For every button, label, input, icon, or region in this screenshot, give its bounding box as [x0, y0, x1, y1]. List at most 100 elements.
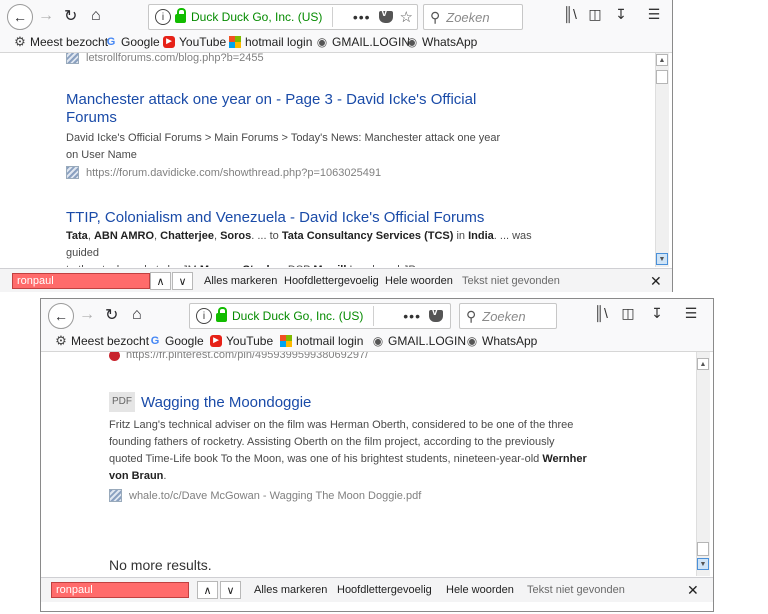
- find-next-button[interactable]: ∨: [172, 272, 193, 290]
- menu-icon[interactable]: ☰: [645, 6, 663, 23]
- pocket-icon[interactable]: [378, 8, 393, 23]
- snippet-text: to the stock markets by JM: [66, 264, 200, 267]
- menu-icon[interactable]: ☰: [682, 305, 700, 322]
- search-bar[interactable]: ⚲ Zoeken: [459, 303, 557, 329]
- bookmark-hotmail[interactable]: hotmail login: [229, 35, 312, 49]
- result-title-link[interactable]: TTIP, Colonialism and Venezuela - David …: [66, 209, 546, 227]
- back-button[interactable]: ←: [48, 303, 74, 329]
- bold-term: Morgan Stanley: [200, 264, 282, 267]
- pinterest-icon: [109, 352, 120, 361]
- find-next-button[interactable]: ∨: [220, 581, 241, 599]
- bookmark-meest-bezocht[interactable]: ⚙ Meest bezocht: [14, 35, 108, 49]
- snippet-text: in: [453, 230, 469, 242]
- google-icon: G: [106, 36, 116, 48]
- bookmark-hotmail[interactable]: hotmail login: [280, 334, 363, 348]
- bookmark-whatsapp[interactable]: ◉ WhatsApp: [466, 334, 538, 348]
- library-icon[interactable]: ║\: [592, 305, 610, 321]
- page-actions-icon[interactable]: •••: [353, 9, 371, 25]
- bookmark-gmail[interactable]: ◉ GMAIL.LOGIN: [316, 35, 410, 49]
- result-url[interactable]: https://forum.davidicke.com/showthread.p…: [66, 166, 506, 179]
- close-icon[interactable]: ✕: [687, 582, 699, 599]
- scroll-up-button[interactable]: ▲: [697, 358, 709, 370]
- bold-term: von Braun: [109, 470, 164, 482]
- file-icon: [109, 489, 122, 502]
- scroll-down-button[interactable]: ▼: [656, 253, 668, 265]
- globe-icon: ◉: [466, 334, 478, 348]
- find-input[interactable]: ronpaul: [12, 273, 150, 289]
- bookmark-gmail[interactable]: ◉ GMAIL.LOGIN: [372, 334, 466, 348]
- scrollbar[interactable]: ▲ ▼: [696, 352, 710, 576]
- bookmark-meest-bezocht[interactable]: ⚙ Meest bezocht: [55, 334, 149, 348]
- bookmark-star-icon[interactable]: ☆: [400, 8, 413, 26]
- home-button[interactable]: ⌂: [132, 303, 142, 327]
- site-identity[interactable]: Duck Duck Go, Inc. (US): [191, 10, 322, 24]
- snippet-line: founding fathers of rocketry. Assisting …: [109, 436, 555, 448]
- find-input[interactable]: ronpaul: [51, 582, 189, 598]
- match-case-toggle[interactable]: Hoofdlettergevoelig: [284, 275, 379, 287]
- partial-result-url[interactable]: https://fr.pinterest.com/pin/49593995993…: [109, 352, 368, 361]
- whole-words-toggle[interactable]: Hele woorden: [446, 584, 514, 596]
- url-bar[interactable]: i Duck Duck Go, Inc. (US) •••: [189, 303, 451, 329]
- site-identity[interactable]: Duck Duck Go, Inc. (US): [232, 309, 363, 323]
- info-icon[interactable]: i: [196, 308, 212, 324]
- bold-term: Soros: [220, 230, 252, 242]
- favicon-icon: [66, 53, 79, 64]
- navigation-toolbar: ← → ↻ ⌂ i Duck Duck Go, Inc. (US) ••• ☆ …: [0, 0, 672, 33]
- bold-term: Tata: [66, 230, 88, 242]
- whole-words-toggle[interactable]: Hele woorden: [385, 275, 453, 287]
- globe-icon: ◉: [316, 35, 328, 49]
- result-title-link[interactable]: Manchester attack one year on - Page 3 -…: [66, 91, 506, 127]
- scroll-up-button[interactable]: ▲: [656, 54, 668, 66]
- search-placeholder: Zoeken: [446, 9, 490, 25]
- downloads-icon[interactable]: ↧: [648, 305, 666, 322]
- result-title-link[interactable]: Wagging the Moondoggie: [141, 394, 311, 411]
- find-previous-button[interactable]: ∧: [150, 272, 171, 290]
- result-url[interactable]: whale.to/c/Dave McGowan - Wagging The Mo…: [109, 489, 629, 502]
- back-button[interactable]: ←: [7, 4, 33, 30]
- reload-button[interactable]: ↻: [64, 4, 77, 28]
- snippet-line: Fritz Lang's technical adviser on the fi…: [109, 419, 574, 431]
- forward-button[interactable]: →: [79, 303, 95, 327]
- home-button[interactable]: ⌂: [91, 4, 101, 28]
- search-icon: ⚲: [466, 307, 477, 324]
- navigation-toolbar: ← → ↻ ⌂ i Duck Duck Go, Inc. (US) ••• ⚲ …: [41, 299, 713, 332]
- url-separator: [332, 7, 334, 27]
- result-snippet-line: Tata, ABN AMRO, Chatterjee, Soros. ... t…: [66, 228, 546, 262]
- bookmark-google[interactable]: G Google: [105, 35, 160, 49]
- reload-button[interactable]: ↻: [105, 303, 118, 327]
- info-icon[interactable]: i: [155, 9, 171, 25]
- page-content: letsrollforums.com/blog.php?b=2455 Manch…: [0, 53, 672, 267]
- library-icon[interactable]: ║\: [561, 6, 579, 22]
- highlight-all-toggle[interactable]: Alles markeren: [204, 275, 277, 287]
- partial-result-url[interactable]: letsrollforums.com/blog.php?b=2455: [66, 53, 264, 64]
- downloads-icon[interactable]: ↧: [612, 6, 630, 23]
- sidebar-icon[interactable]: ◫: [586, 6, 604, 23]
- bookmark-youtube[interactable]: ▶ YouTube: [210, 334, 273, 348]
- highlight-all-toggle[interactable]: Alles markeren: [254, 584, 327, 596]
- match-case-toggle[interactable]: Hoofdlettergevoelig: [337, 584, 432, 596]
- bold-term: Tata Consultancy Services (TCS): [281, 230, 454, 242]
- scroll-thumb[interactable]: [656, 70, 668, 84]
- snippet-text: . ... to: [251, 230, 282, 242]
- bookmark-google[interactable]: G Google: [149, 334, 204, 348]
- close-icon[interactable]: ✕: [650, 273, 662, 290]
- page-actions-icon[interactable]: •••: [403, 308, 421, 324]
- bold-term: Chatterjee: [160, 230, 214, 242]
- snippet-text: Lynch and JP ...: [346, 264, 427, 267]
- search-bar[interactable]: ⚲ Zoeken: [423, 4, 523, 30]
- bookmark-whatsapp[interactable]: ◉ WhatsApp: [406, 35, 478, 49]
- url-bar[interactable]: i Duck Duck Go, Inc. (US) ••• ☆: [148, 4, 418, 30]
- find-previous-button[interactable]: ∧: [197, 581, 218, 599]
- url-separator: [373, 306, 375, 326]
- search-icon: ⚲: [430, 8, 441, 25]
- gear-icon: ⚙: [55, 333, 67, 348]
- scrollbar[interactable]: ▲ ▼: [655, 53, 669, 267]
- sidebar-icon[interactable]: ◫: [619, 305, 637, 322]
- find-status: Tekst niet gevonden: [462, 275, 560, 287]
- scroll-down-button[interactable]: ▼: [697, 558, 709, 570]
- pocket-icon[interactable]: [429, 307, 443, 322]
- search-result: Manchester attack one year on - Page 3 -…: [66, 91, 506, 179]
- scroll-thumb[interactable]: [697, 542, 709, 556]
- forward-button[interactable]: →: [38, 4, 54, 28]
- bookmark-youtube[interactable]: ▶ YouTube: [163, 35, 226, 49]
